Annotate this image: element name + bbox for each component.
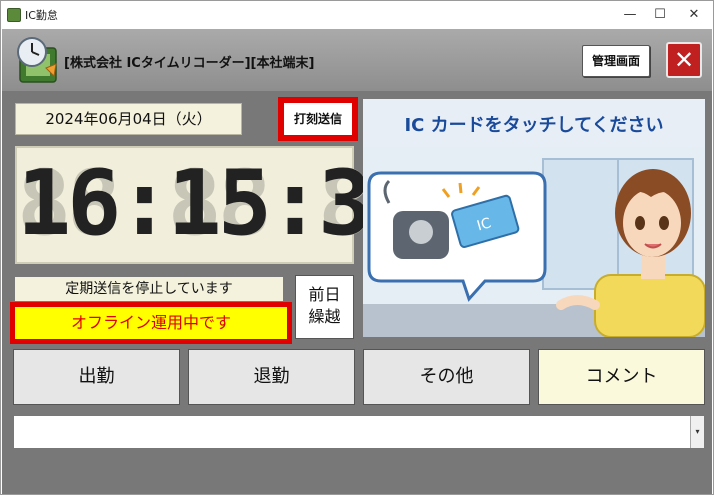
offline-message: オフライン運用中です [15, 307, 287, 339]
company-terminal-label: [株式会社 ICタイムリコーダー][本社端末] [64, 56, 315, 71]
ic-reader-picture: IC [363, 147, 705, 337]
app-close-button[interactable]: ✕ [666, 42, 702, 78]
clock-out-button[interactable]: 退勤 [188, 349, 355, 405]
window-title: IC勤怠 [25, 9, 58, 22]
window-close-button[interactable]: ✕ [677, 1, 711, 29]
admin-screen-button[interactable]: 管理画面 [582, 45, 650, 77]
punch-send-label: 打刻送信 [284, 103, 352, 135]
header-band: [株式会社 ICタイムリコーダー][本社端末] 管理画面 ✕ [2, 29, 712, 91]
clock-time: 16:15:36 [17, 151, 422, 256]
other-button[interactable]: その他 [363, 349, 530, 405]
app-icon [7, 8, 21, 22]
minimize-button[interactable]: — [613, 1, 647, 29]
clock-logo-icon [17, 37, 57, 83]
app-window: IC勤怠 — ☐ ✕ [株式会社 ICタイムリコーダー][本社端末] 管理画面 … [0, 0, 714, 495]
clock-in-button[interactable]: 出勤 [13, 349, 180, 405]
prevday-label-2: 繰越 [308, 307, 341, 326]
comment-select[interactable]: ▾ [13, 415, 705, 449]
main-panel: [株式会社 ICタイムリコーダー][本社端末] 管理画面 ✕ 2024年06月0… [2, 29, 712, 494]
touch-card-illustration: IC カードをタッチしてください IC [363, 99, 705, 337]
chevron-down-icon[interactable]: ▾ [690, 416, 704, 448]
date-display: 2024年06月04日（火） [15, 103, 242, 135]
maximize-button[interactable]: ☐ [643, 1, 677, 29]
prevday-label-1: 前日 [308, 285, 341, 304]
comment-button[interactable]: コメント [538, 349, 705, 405]
previous-day-carryover-button[interactable]: 前日 繰越 [295, 275, 354, 339]
offline-banner: オフライン運用中です [10, 302, 292, 344]
periodic-send-status: 定期送信を停止しています [15, 277, 283, 301]
clock-display: 88:88:88 16:15:36 [15, 146, 422, 264]
punch-send-button[interactable]: 打刻送信 [278, 97, 358, 141]
title-bar: IC勤怠 — ☐ ✕ [1, 1, 713, 29]
